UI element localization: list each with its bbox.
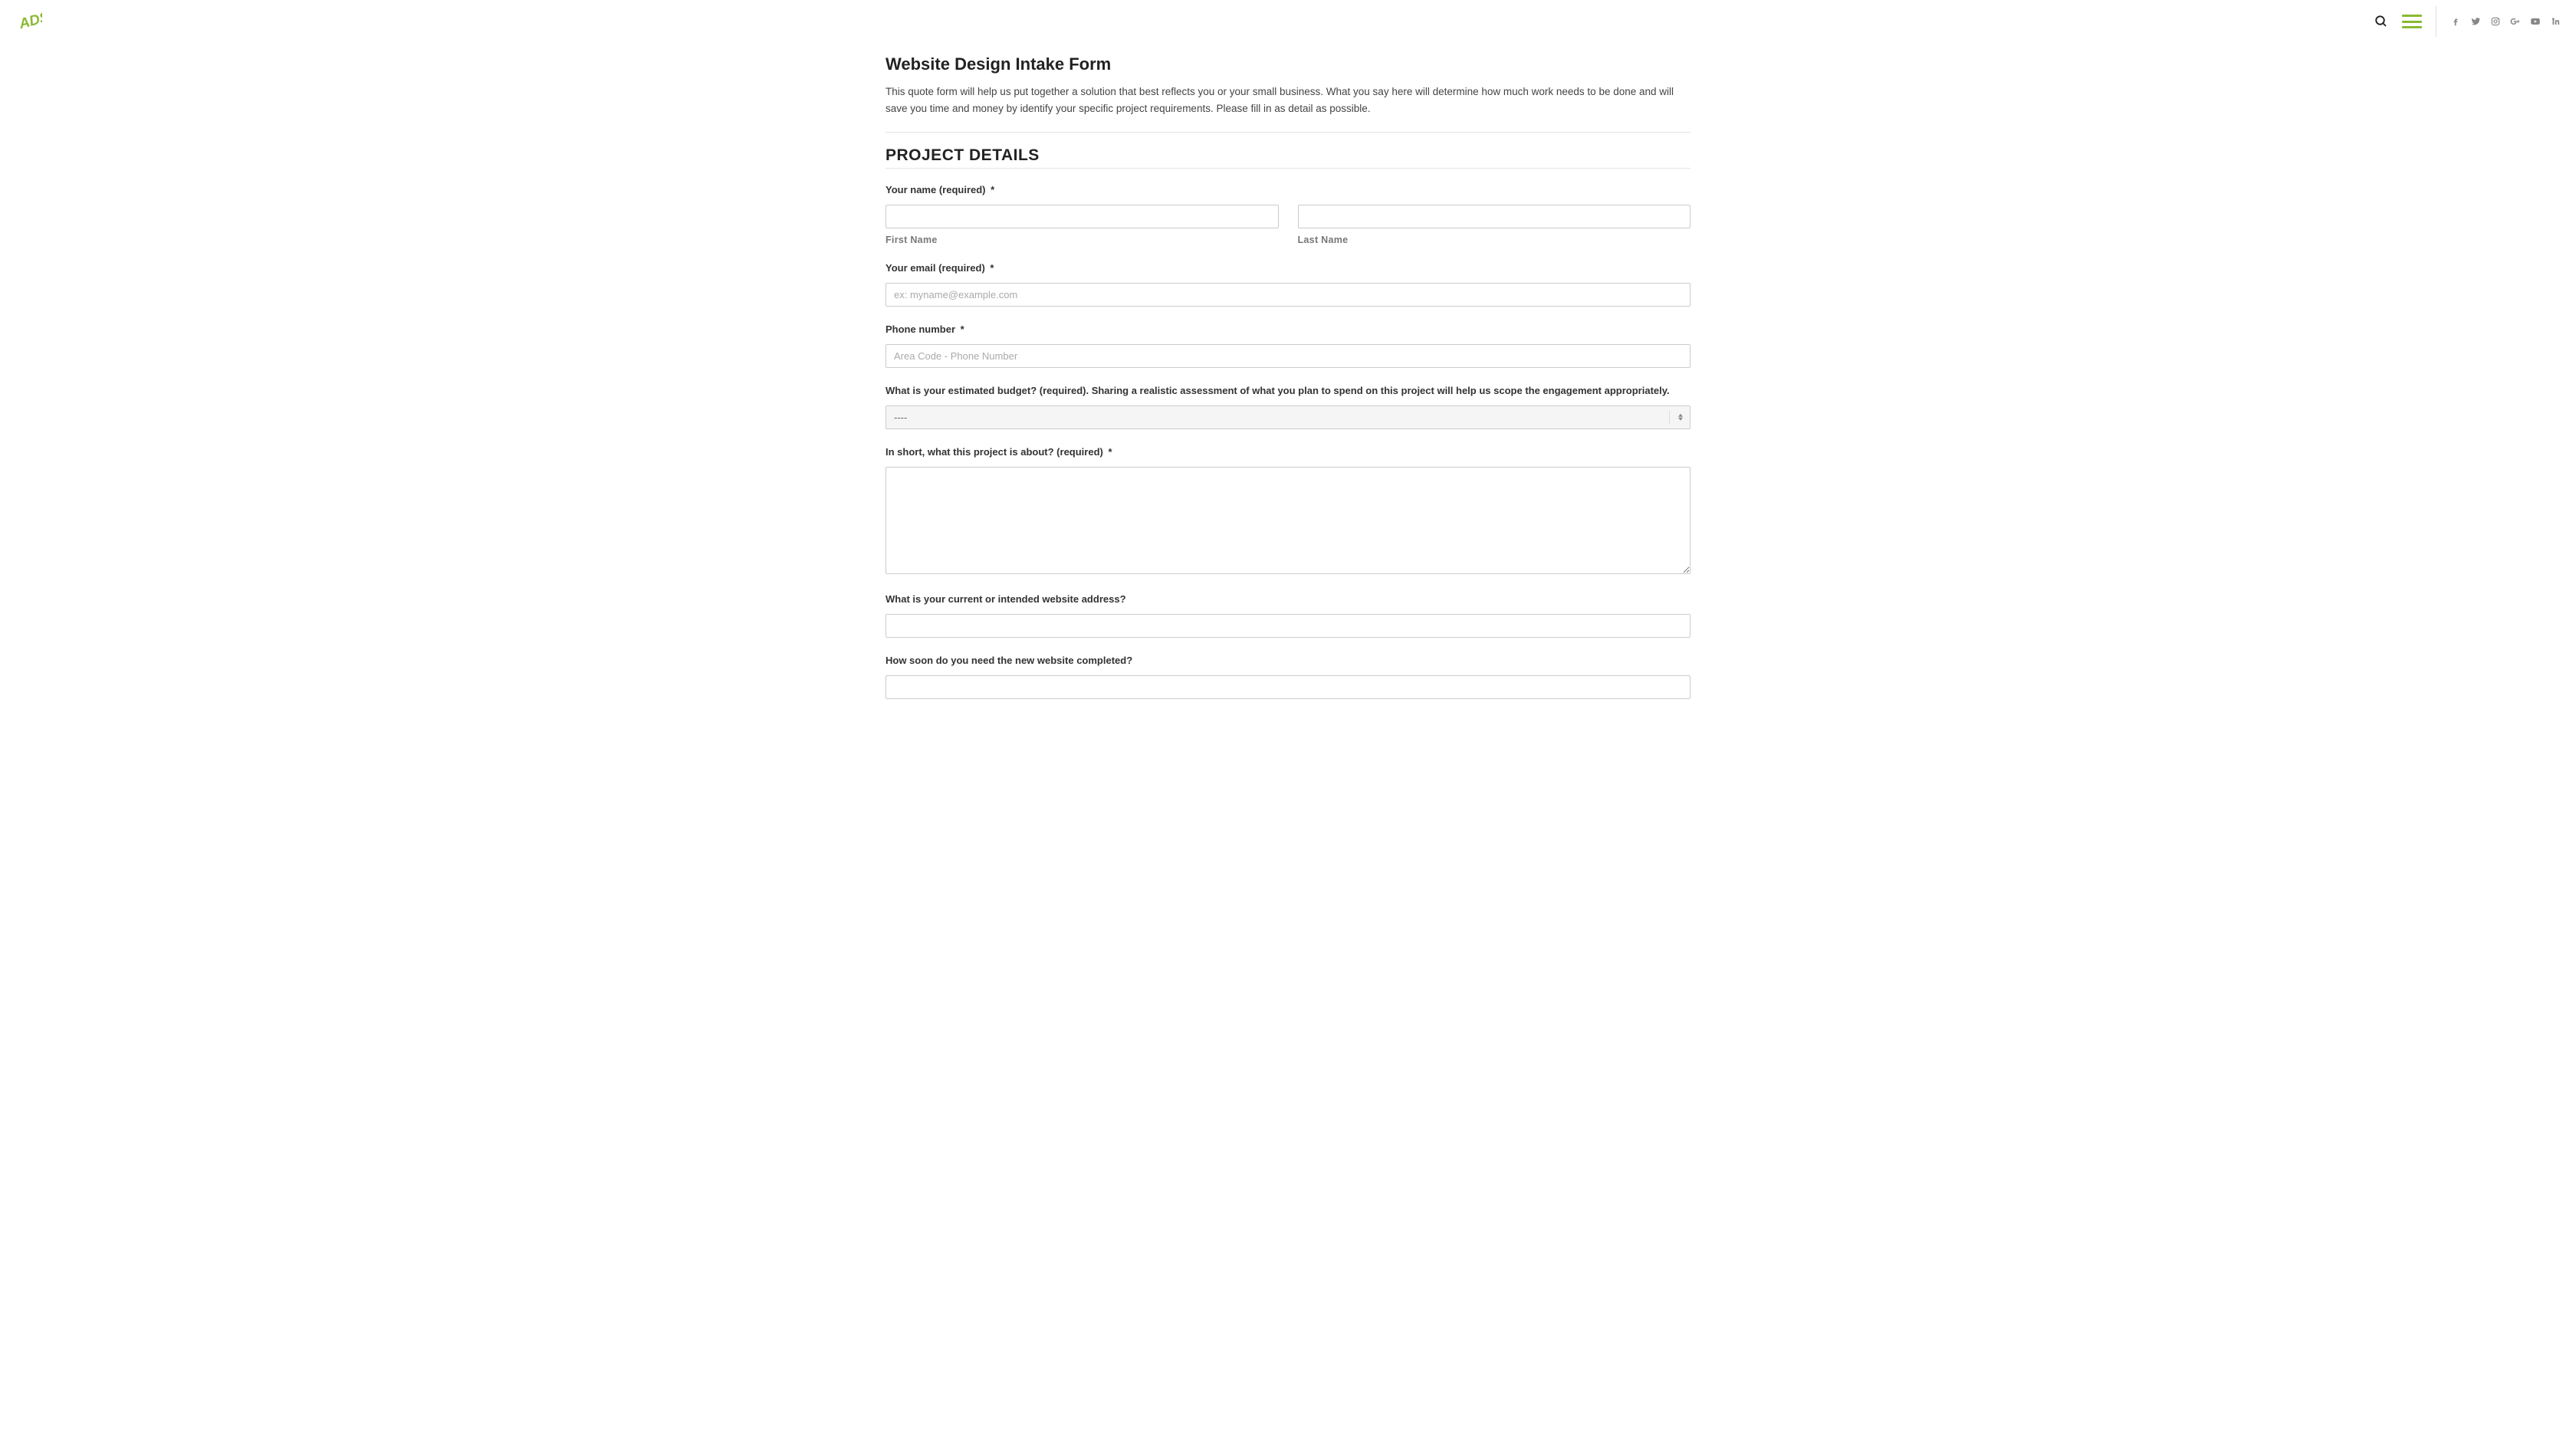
- completion-time-label: How soon do you need the new website com…: [886, 655, 1691, 666]
- last-name-col: Last Name: [1298, 205, 1691, 245]
- phone-input[interactable]: [886, 344, 1691, 368]
- completion-time-field-group: How soon do you need the new website com…: [886, 655, 1691, 699]
- menu-icon[interactable]: [2402, 15, 2422, 28]
- email-field-group: Your email (required) *: [886, 262, 1691, 307]
- required-mark: *: [961, 323, 964, 335]
- twitter-icon[interactable]: [2470, 16, 2481, 27]
- email-input[interactable]: [886, 283, 1691, 307]
- completion-time-input[interactable]: [886, 675, 1691, 699]
- website-address-label: What is your current or intended website…: [886, 593, 1691, 605]
- site-logo[interactable]: ADS: [15, 10, 42, 33]
- required-mark: *: [990, 262, 994, 274]
- youtube-icon[interactable]: [2530, 16, 2541, 27]
- phone-label: Phone number *: [886, 323, 1691, 335]
- name-label: Your name (required) *: [886, 184, 1691, 195]
- first-name-col: First Name: [886, 205, 1279, 245]
- budget-select[interactable]: ----: [886, 405, 1691, 429]
- first-name-input[interactable]: [886, 205, 1279, 228]
- facebook-icon[interactable]: [2450, 16, 2461, 27]
- heading-underline: [886, 168, 1691, 169]
- section-heading: PROJECT DETAILS: [886, 146, 1691, 165]
- first-name-sublabel: First Name: [886, 235, 1279, 245]
- svg-text:ADS: ADS: [16, 10, 42, 32]
- form-description: This quote form will help us put togethe…: [886, 84, 1691, 117]
- name-field-group: Your name (required) * First Name Last N…: [886, 184, 1691, 245]
- search-icon[interactable]: [2374, 15, 2388, 28]
- website-address-input[interactable]: [886, 614, 1691, 638]
- email-label: Your email (required) *: [886, 262, 1691, 274]
- required-mark: *: [991, 184, 994, 195]
- project-about-label: In short, what this project is about? (r…: [886, 446, 1691, 458]
- header: ADS: [0, 0, 2576, 43]
- header-right: [2374, 6, 2561, 37]
- linkedin-icon[interactable]: [2550, 16, 2561, 27]
- form-container: Website Design Intake Form This quote fo…: [886, 54, 1691, 747]
- last-name-sublabel: Last Name: [1298, 235, 1691, 245]
- instagram-icon[interactable]: [2490, 16, 2501, 27]
- divider: [886, 132, 1691, 133]
- phone-field-group: Phone number *: [886, 323, 1691, 368]
- budget-field-group: What is your estimated budget? (required…: [886, 385, 1691, 429]
- last-name-input[interactable]: [1298, 205, 1691, 228]
- project-about-field-group: In short, what this project is about? (r…: [886, 446, 1691, 576]
- required-mark: *: [1108, 446, 1112, 458]
- form-title: Website Design Intake Form: [886, 54, 1691, 74]
- name-row: First Name Last Name: [886, 205, 1691, 245]
- project-about-textarea[interactable]: [886, 467, 1691, 574]
- budget-select-wrapper: ----: [886, 405, 1691, 429]
- social-icons: [2450, 16, 2561, 27]
- budget-label: What is your estimated budget? (required…: [886, 385, 1691, 396]
- googleplus-icon[interactable]: [2510, 16, 2521, 27]
- website-address-field-group: What is your current or intended website…: [886, 593, 1691, 638]
